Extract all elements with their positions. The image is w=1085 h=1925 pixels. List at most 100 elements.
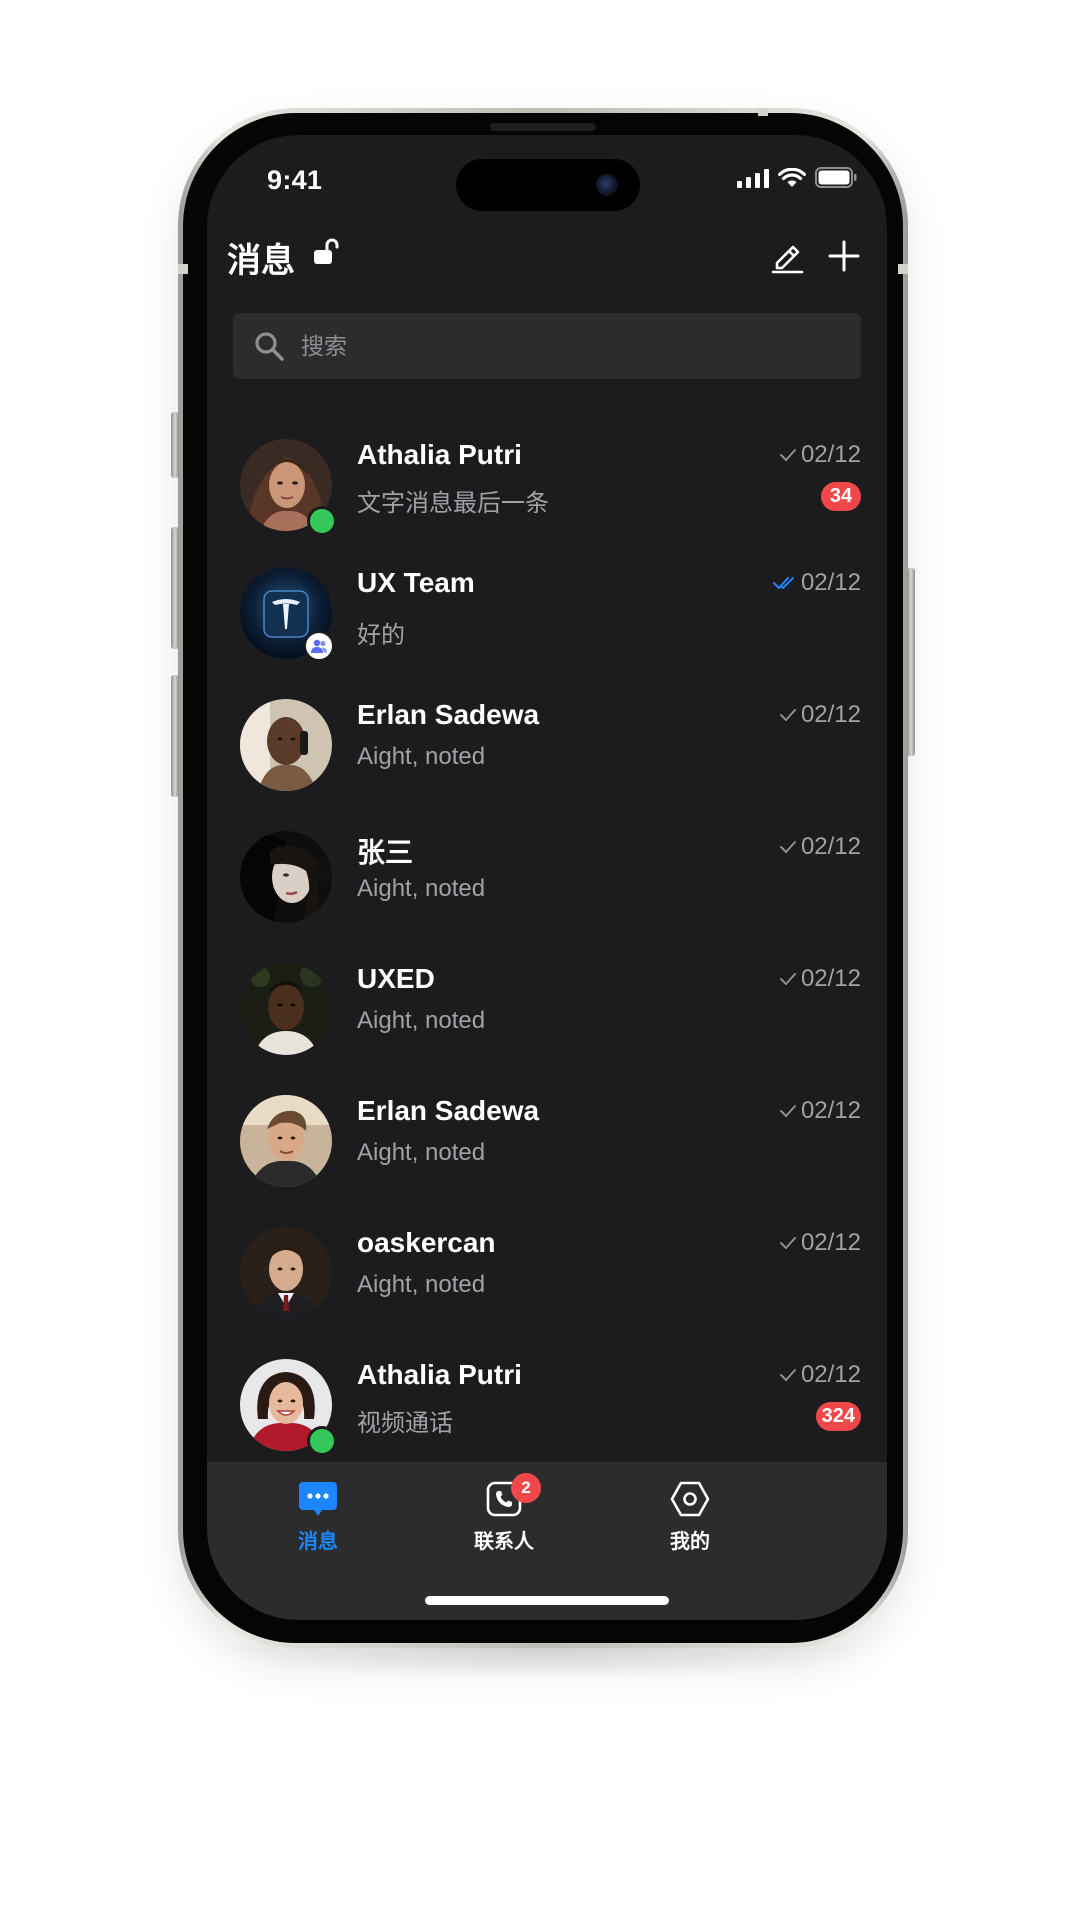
- chat-date: 02/12: [800, 1361, 861, 1388]
- chat-name: UXED: [357, 963, 435, 994]
- chat-preview: Aight, noted: [357, 743, 486, 770]
- chat-preview: Aight, noted: [357, 1139, 486, 1166]
- chat-preview: 文字消息最后一条: [357, 490, 549, 517]
- chat-meta: 02/12: [779, 1361, 861, 1389]
- battery-icon: [815, 167, 857, 188]
- power-button: [907, 568, 915, 756]
- chat-date: 02/12: [800, 701, 861, 728]
- avatar: [240, 831, 332, 923]
- chat-item[interactable]: 张三 Aight, noted 02/12: [207, 819, 887, 951]
- chat-preview: 好的: [357, 622, 405, 649]
- camera-icon: [596, 174, 618, 196]
- add-icon[interactable]: [827, 239, 861, 273]
- avatar: [240, 699, 332, 791]
- chat-name: UX Team: [357, 567, 475, 598]
- chat-preview: Aight, noted: [357, 875, 486, 902]
- volume-up-button: [171, 527, 179, 649]
- avatar-photo: [240, 699, 332, 791]
- chat-meta: 02/12: [779, 965, 861, 993]
- chat-list: Athalia Putri 文字消息最后一条 02/12 34 UX Team …: [207, 427, 887, 1479]
- chat-item[interactable]: Athalia Putri 视频通话 02/12 324: [207, 1347, 887, 1479]
- check-icon: [779, 1105, 796, 1117]
- page-title: 消息: [227, 242, 295, 280]
- avatar-photo: [240, 963, 332, 1055]
- avatar-photo: [240, 1095, 332, 1187]
- tab-profile[interactable]: 我的: [630, 1480, 750, 1554]
- earpiece-speaker: [490, 123, 596, 131]
- chat-preview: 视频通话: [357, 1410, 453, 1437]
- online-indicator: [307, 506, 337, 536]
- chat-date: 02/12: [800, 569, 861, 596]
- chat-date: 02/12: [800, 1229, 861, 1256]
- chat-date: 02/12: [800, 833, 861, 860]
- chat-item[interactable]: oaskercan Aight, noted 02/12: [207, 1215, 887, 1347]
- tab-label: 我的: [670, 1531, 710, 1553]
- chat-meta: 02/12: [772, 569, 861, 597]
- avatar: [240, 1227, 332, 1319]
- check-icon: [779, 841, 796, 853]
- group-badge: [304, 631, 334, 661]
- edit-icon[interactable]: [769, 238, 805, 274]
- check-icon: [779, 449, 796, 461]
- chat-meta: 02/12: [779, 833, 861, 861]
- status-icons: [737, 167, 857, 188]
- avatar: [240, 439, 337, 536]
- chat-item[interactable]: Erlan Sadewa Aight, noted 02/12: [207, 1083, 887, 1215]
- online-indicator: [307, 1426, 337, 1456]
- status-time: 9:41: [267, 165, 323, 195]
- check-icon: [779, 709, 796, 721]
- chat-date: 02/12: [800, 441, 861, 468]
- check-icon: [779, 973, 796, 985]
- antenna-band: [178, 264, 188, 274]
- lock-icon: [312, 859, 330, 882]
- volume-down-button: [171, 675, 179, 797]
- action-button: [171, 412, 179, 478]
- chat-preview: Aight, noted: [357, 1271, 486, 1298]
- chat-name: Erlan Sadewa: [357, 699, 540, 730]
- avatar: [240, 567, 334, 661]
- chat-name: Athalia Putri: [357, 1359, 522, 1390]
- chat-name: oaskercan: [357, 1227, 496, 1258]
- wifi-icon: [778, 167, 806, 187]
- chat-item[interactable]: UXED Aight, noted 02/12: [207, 951, 887, 1083]
- avatar: [240, 1359, 337, 1456]
- chat-item[interactable]: Athalia Putri 文字消息最后一条 02/12 34: [207, 427, 887, 555]
- chat-meta: 02/12: [779, 701, 861, 729]
- hexagon-settings-icon: [670, 1481, 710, 1517]
- search-icon: [253, 330, 285, 362]
- contacts-badge: 2: [511, 1473, 541, 1503]
- check-icon: [779, 1237, 796, 1249]
- signal-icon: [737, 168, 769, 188]
- chat-bubble-icon: [299, 1482, 337, 1516]
- dynamic-island: [456, 159, 640, 211]
- chat-name: Erlan Sadewa: [357, 1095, 540, 1126]
- unlock-icon[interactable]: [312, 237, 340, 267]
- check-icon: [779, 1369, 796, 1381]
- avatar: [240, 963, 332, 1055]
- avatar: [240, 1095, 332, 1187]
- double-check-icon: [772, 577, 794, 589]
- search-input[interactable]: [299, 331, 823, 361]
- home-indicator[interactable]: [425, 1596, 669, 1605]
- antenna-band: [758, 108, 768, 116]
- chat-meta: 02/12: [779, 1229, 861, 1257]
- screen: 9:41 消息 搜索 Athalia Putri 文字消息最后一条 02/12 …: [207, 135, 887, 1620]
- chat-date: 02/12: [800, 965, 861, 992]
- unread-badge: 34: [821, 482, 861, 511]
- search-box[interactable]: [233, 313, 861, 379]
- antenna-band: [898, 264, 908, 274]
- chat-meta: 02/12: [779, 441, 861, 469]
- chat-date: 02/12: [800, 1097, 861, 1124]
- chat-name: 张三: [357, 837, 414, 868]
- chat-preview: Aight, noted: [357, 1007, 486, 1034]
- tab-messages[interactable]: 消息: [258, 1480, 378, 1554]
- chat-meta: 02/12: [779, 1097, 861, 1125]
- unread-badge: 324: [815, 1402, 861, 1431]
- chat-name: Athalia Putri: [357, 439, 522, 470]
- avatar-photo: [240, 1227, 332, 1319]
- chat-item[interactable]: Erlan Sadewa Aight, noted 02/12: [207, 687, 887, 819]
- tab-label: 消息: [298, 1531, 338, 1553]
- chat-item[interactable]: UX Team 好的 02/12: [207, 555, 887, 687]
- tab-contacts[interactable]: 2 联系人: [444, 1473, 564, 1554]
- tab-label: 联系人: [474, 1531, 534, 1553]
